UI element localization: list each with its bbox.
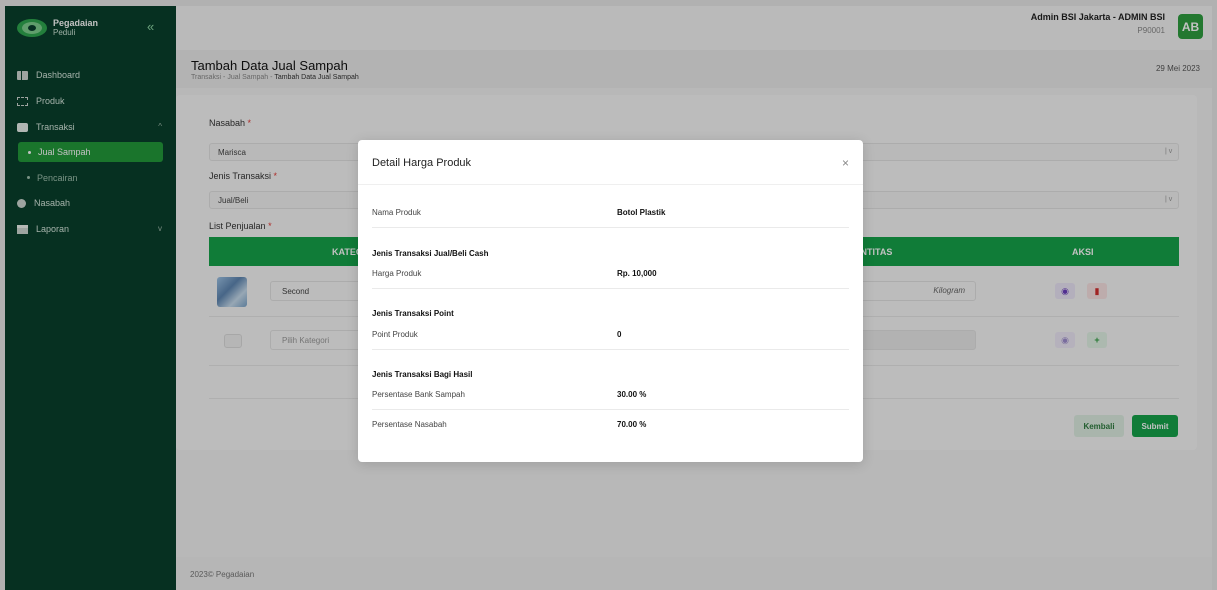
close-icon[interactable]: × bbox=[842, 156, 849, 170]
modal-header-divider bbox=[358, 184, 863, 185]
persentase-nasabah-label: Persentase Nasabah bbox=[372, 420, 447, 429]
nama-produk-label: Nama Produk bbox=[372, 208, 421, 217]
persentase-bank-sampah-label: Persentase Bank Sampah bbox=[372, 390, 465, 399]
persentase-nasabah-value: 70.00 % bbox=[617, 420, 647, 429]
detail-harga-modal: Detail Harga Produk × Nama Produk Botol … bbox=[358, 140, 863, 462]
harga-produk-value: Rp. 10,000 bbox=[617, 269, 657, 278]
section-point: Jenis Transaksi Point bbox=[372, 309, 454, 318]
modal-title: Detail Harga Produk bbox=[372, 157, 472, 169]
persentase-bank-sampah-value: 30.00 % bbox=[617, 390, 647, 399]
harga-produk-label: Harga Produk bbox=[372, 269, 422, 278]
section-bagi-hasil: Jenis Transaksi Bagi Hasil bbox=[372, 370, 473, 379]
point-produk-label: Point Produk bbox=[372, 330, 418, 339]
row-divider bbox=[372, 227, 849, 228]
nama-produk-value: Botol Plastik bbox=[617, 208, 666, 217]
row-divider bbox=[372, 409, 849, 410]
point-produk-value: 0 bbox=[617, 330, 622, 339]
row-divider bbox=[372, 288, 849, 289]
row-divider bbox=[372, 349, 849, 350]
section-jual-beli-cash: Jenis Transaksi Jual/Beli Cash bbox=[372, 249, 489, 258]
